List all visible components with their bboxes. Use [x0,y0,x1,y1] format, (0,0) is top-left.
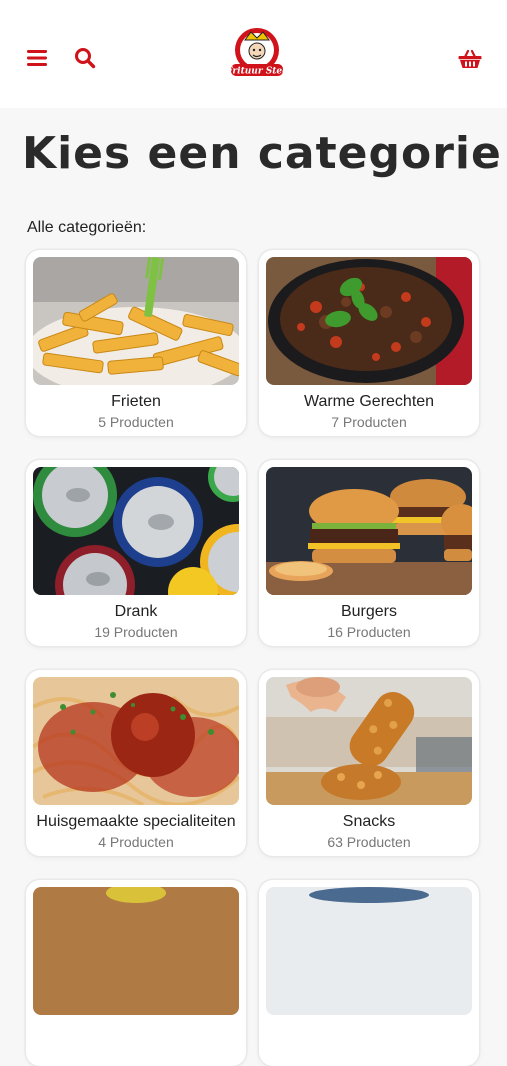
hamburger-menu-icon [27,50,47,66]
category-count: 7 Producten [331,414,407,430]
snacks-image [266,677,472,805]
fries-image [33,257,239,385]
burgers-image [266,467,472,595]
category-card-snacks[interactable]: Snacks 63 Producten [259,670,479,856]
section-label: Alle categorieën: [27,219,147,236]
page-title: Kies een categorie [22,128,502,179]
category-count: 5 Producten [98,414,174,430]
drinks-image [33,467,239,595]
cart-button[interactable] [455,44,485,74]
category-card-partial-right[interactable] [259,880,479,1066]
category-name: Drank [114,603,158,620]
meatball-image [33,677,239,805]
category-name: Burgers [340,603,398,620]
basket-icon [458,49,482,68]
category-image [33,887,239,1015]
warm-dish-image [266,257,472,385]
brand-logo[interactable]: Frituur Stee [225,24,288,84]
category-image [266,887,472,1015]
category-name: Huisgemaakte specialiteiten [36,813,236,830]
category-name: Snacks [342,813,396,830]
category-card-partial-left[interactable] [26,880,246,1066]
category-card-burgers[interactable]: Burgers 16 Producten [259,460,479,646]
category-card-frieten[interactable]: Frieten 5 Producten [26,250,246,436]
category-name: Frieten [111,393,161,410]
category-count: 63 Producten [327,834,411,850]
category-card-warme-gerechten[interactable]: Warme Gerechten 7 Producten [259,250,479,436]
category-count: 16 Producten [327,624,411,640]
category-name: Warme Gerechten [303,393,435,410]
search-icon [75,48,96,69]
category-card-drank[interactable]: Drank 19 Producten [26,460,246,646]
menu-button[interactable] [22,43,52,73]
category-count: 4 Producten [98,834,174,850]
category-card-huisgemaakte-specialiteiten[interactable]: Huisgemaakte specialiteiten 4 Producten [26,670,246,856]
search-button[interactable] [70,43,100,73]
category-count: 19 Producten [94,624,178,640]
logo-text: Frituur Stee [227,67,287,77]
app-header: Frituur Stee [0,0,507,108]
